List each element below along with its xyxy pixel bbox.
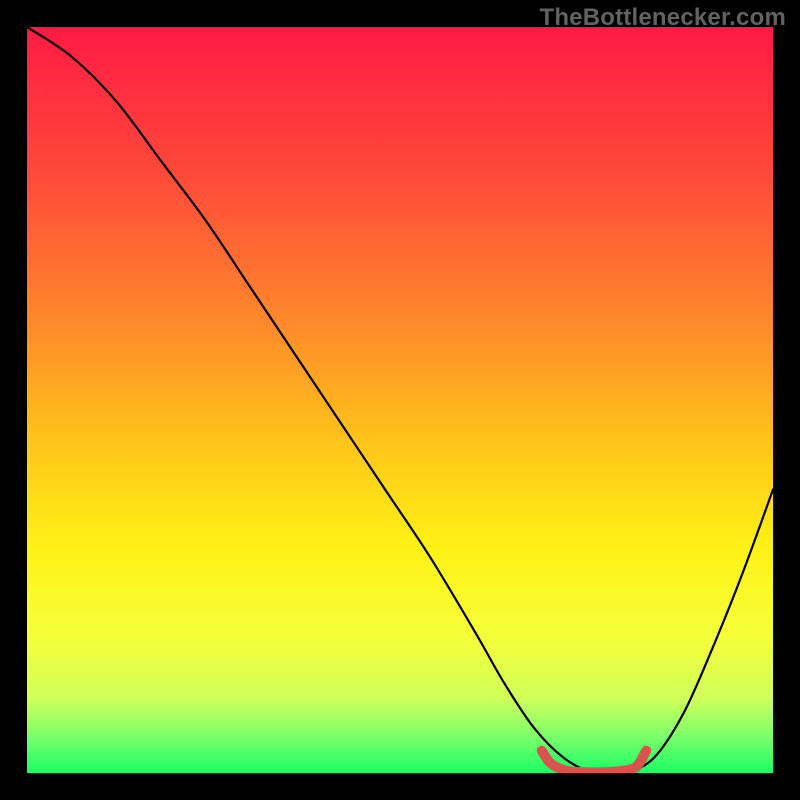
plot-area — [27, 27, 773, 773]
watermark-text: TheBottlenecker.com — [539, 4, 786, 32]
chart-container: TheBottlenecker.com — [0, 0, 800, 800]
gradient-background — [27, 27, 773, 773]
bottleneck-chart — [27, 27, 773, 773]
